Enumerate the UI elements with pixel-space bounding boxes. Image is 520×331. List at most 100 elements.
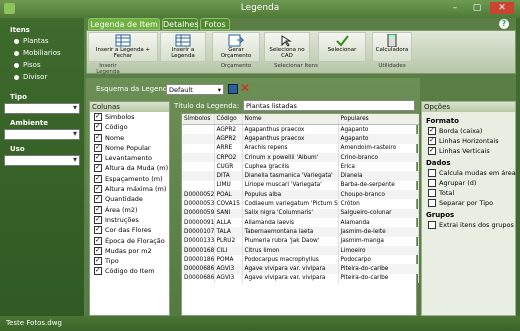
button-label: Inserir a Legenda + Fechar [95,47,151,59]
column-option[interactable]: Mudas por m2 [90,245,169,256]
table-row[interactable]: D0000053 COVA15 Codiaeum variegatum 'Pictu… [182,199,419,209]
option-dados[interactable]: Calcula mudas em área [422,168,516,178]
column-option[interactable]: Cor das Flores [90,224,169,235]
checkbox-checked-icon[interactable] [94,235,102,245]
checkbox-checked-icon[interactable] [94,204,102,214]
checkbox-checked-icon[interactable] [94,173,102,183]
radio-pisos[interactable]: Pisos [14,61,41,69]
uso-dropdown[interactable] [4,155,80,166]
checkbox-checked-icon[interactable] [94,255,102,265]
column-option[interactable]: Altura máxima (m) [90,183,169,194]
checkbox-checked-icon[interactable] [428,135,436,145]
inserir-fechar-button[interactable]: Inserir a Legenda + Fechar [88,32,158,62]
radio-divisor[interactable]: Divisor [14,73,47,81]
gerar-orcamento-button[interactable]: Gerar Orçamento [212,32,260,62]
ambiente-dropdown[interactable] [4,129,80,140]
table-row[interactable]: D0000107 TALA Tabernaemontana laeta Jasmim-… [182,227,419,237]
table-row[interactable]: D0000686 AGVI3 Agave vivipara var. vivipar… [182,264,419,274]
checkbox-checked-icon[interactable] [94,265,102,276]
checkbox-checked-icon[interactable] [94,162,102,173]
column-option[interactable]: Nome [90,132,169,143]
column-option[interactable]: Época de Floração [90,235,169,246]
column-option[interactable]: Código [90,121,169,132]
tipo-dropdown[interactable] [4,103,80,114]
esquema-dropdown[interactable]: Default ▾ [166,84,224,95]
table-row[interactable]: DITA Dianella tasmanica 'Variegata' Dianel… [182,171,419,181]
titulo-input[interactable]: Plantas listadas [243,100,415,111]
selecionar-button[interactable]: Selecionar [318,32,366,62]
tab-fotos[interactable]: Fotos [200,18,230,30]
column-option[interactable]: Levantamento [90,152,169,163]
column-option[interactable]: Espaçamento (m) [90,173,169,184]
column-option[interactable]: Área (m2) [90,204,169,215]
radio-plantas[interactable]: Plantas [14,37,49,45]
column-option[interactable]: Código do Item [90,265,169,276]
delete-icon[interactable]: ✕ [240,81,250,95]
ambiente-label: Ambiente [10,119,48,127]
column-header[interactable]: Código [214,114,243,125]
option-formato[interactable]: Linhas Horizontais [422,135,515,146]
checkbox-checked-icon[interactable] [428,145,436,155]
checkbox-checked-icon[interactable] [94,224,102,235]
checkbox-icon[interactable] [428,179,436,187]
table-row[interactable]: ARRE Arachis repens Amendoim-rasteiro [182,143,419,153]
column-header[interactable]: Símbolos [182,114,215,125]
tab-legenda-de-item[interactable]: Legenda de Item [88,18,160,30]
column-option[interactable]: Simbolos [90,111,169,122]
option-grupos[interactable]: Extrai itens dos grupos [422,220,515,230]
checkbox-checked-icon[interactable] [94,245,102,255]
checkbox-icon[interactable] [428,189,436,197]
seleciona-cad-button[interactable]: Seleciona no CAD [264,32,310,62]
checkbox-icon[interactable] [428,221,436,229]
table-row[interactable]: D0000686 AGVI3 Agave vivipara var. vivipar… [182,273,419,284]
close-button[interactable]: ✕ [490,2,514,14]
inserir-legenda-button[interactable]: Inserir a Legenda [160,32,206,62]
option-dados[interactable]: Separar por Tipo [422,198,515,208]
checkbox-checked-icon[interactable] [94,183,102,193]
tab-detalhes[interactable]: Detalhes [162,18,199,30]
table-row[interactable]: D0000091 ALLA Allamanda laevis Alamanda [182,217,419,228]
checkbox-checked-icon[interactable] [94,152,102,162]
column-option[interactable]: Altura da Muda (m) [90,162,169,173]
save-icon[interactable] [228,84,238,94]
table-row[interactable]: D0000133 PLRU2 Plumeria rubra 'Jak Daow' Ja… [182,236,419,246]
option-label: Calcula mudas em área [439,169,516,177]
table-row[interactable]: AGPR2 Agapanthus praecox Agapanto [182,134,419,144]
column-header[interactable]: Nome [242,114,339,125]
column-option[interactable]: Quantidade [90,193,169,204]
checkbox-checked-icon[interactable] [94,121,102,132]
table-row[interactable]: CUGR Cuphea gracilis Erica [182,162,419,172]
table-cell: Arachis repens [242,143,339,153]
checkbox-checked-icon[interactable] [94,132,102,142]
dados-label: Dados [426,159,451,167]
option-formato[interactable]: Linhas Verticais [422,145,515,156]
checkbox-checked-icon[interactable] [94,193,102,204]
radio-mobiliarios[interactable]: Mobiliarios [14,49,61,57]
column-option[interactable]: Nome Popular [90,142,169,153]
help-icon[interactable]: ? [499,19,509,29]
checkbox-icon[interactable] [428,169,436,177]
column-option[interactable]: Instruções [90,214,169,225]
legend-table[interactable]: Símbolos Código Nome Populares AGPR2 Agapant… [181,113,419,316]
table-row[interactable]: D0000059 SANI Salix nigra 'Columnaris' Salg… [182,208,419,218]
checkbox-checked-icon[interactable] [94,142,102,152]
table-row[interactable]: LIMU Liriope muscari 'Variegata' Barba-de-… [182,180,419,191]
option-dados[interactable]: Agrupar (d) [422,178,515,188]
table-row[interactable]: D0000052 POAL Populus alba Choupo-branco [182,190,419,200]
dados-list: Calcula mudas em área Agrupar (d) Total Sep… [422,168,516,208]
checkbox-checked-icon[interactable] [94,111,102,121]
checkbox-icon[interactable] [428,199,436,207]
column-option[interactable]: Tipo [90,255,169,266]
table-row[interactable]: D0000168 CILI Citrus limon Limoeiro [182,245,419,256]
option-dados[interactable]: Total [422,188,515,198]
table-row[interactable]: D0000186 POMA Podocarpus macrophyllus Podoc… [182,255,419,265]
checkbox-checked-icon[interactable] [428,125,436,135]
table-row[interactable]: CRPO2 Crinum x powellii 'Album' Crino-bran… [182,152,419,163]
calculadora-button[interactable]: Calculadora [372,32,412,62]
column-header[interactable]: Populares [338,114,419,125]
maximize-button[interactable]: ▢ [468,2,486,14]
minimize-button[interactable]: – [446,2,464,14]
table-row[interactable]: AGPR2 Agapanthus praecox Agapanto [182,124,419,135]
checkbox-checked-icon[interactable] [94,214,102,224]
option-formato[interactable]: Borda (caixa) [422,125,515,136]
